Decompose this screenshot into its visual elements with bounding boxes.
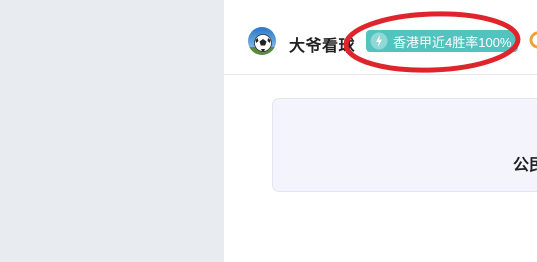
left-sidebar-background xyxy=(0,0,224,262)
soccer-ball-icon xyxy=(248,27,276,55)
username[interactable]: 大爷看球 xyxy=(289,32,355,56)
main-panel: 大爷看球 香港甲近4胜率100% 公民 xyxy=(224,0,537,262)
content-card: 公民 xyxy=(272,98,537,192)
win-rate-badge[interactable]: 香港甲近4胜率100% xyxy=(366,30,518,52)
avatar[interactable] xyxy=(248,27,276,55)
card-title: 公民 xyxy=(513,157,537,174)
partial-icon xyxy=(529,31,537,49)
profile-header: 大爷看球 香港甲近4胜率100% xyxy=(224,0,537,75)
badge-text: 香港甲近4胜率100% xyxy=(393,34,512,50)
lightning-icon xyxy=(370,32,388,50)
